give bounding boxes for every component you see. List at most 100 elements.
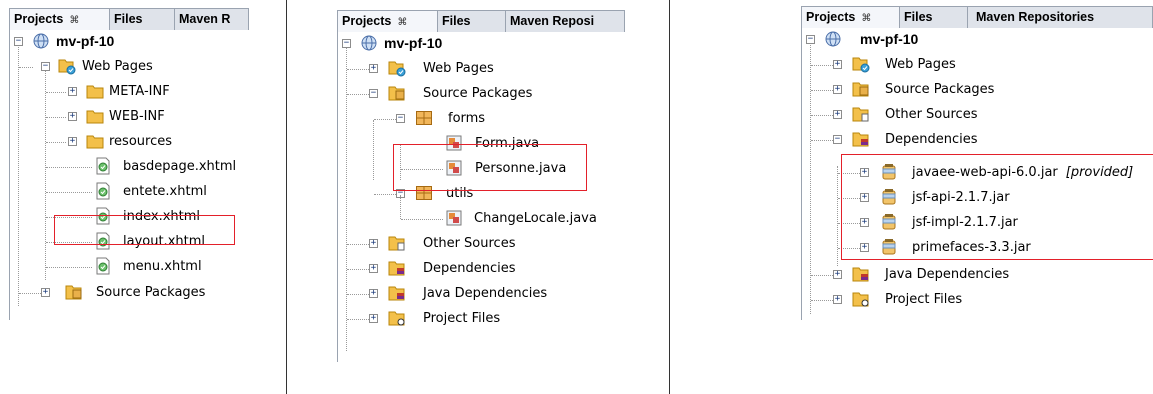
tab-maven-repositories[interactable]: Maven R (175, 9, 248, 30)
node-label: META-INF (109, 84, 170, 99)
tree-node-other-sources[interactable]: + Other Sources (338, 232, 626, 257)
source-folder-icon (65, 283, 83, 301)
tree-node-project[interactable]: − mv-pf-10 (10, 30, 250, 55)
tab-files[interactable]: Files (900, 7, 968, 28)
web-folder-icon (388, 59, 406, 77)
tree-node-file[interactable]: basdepage.xhtml (10, 155, 250, 180)
collapse-icon[interactable]: − (833, 135, 842, 144)
tree-node-web-pages[interactable]: + Web Pages (802, 53, 1153, 78)
collapse-icon[interactable]: − (396, 114, 405, 123)
node-label: Java Dependencies (423, 286, 548, 301)
close-icon[interactable]: ⌘ (69, 15, 79, 26)
tree-node-file[interactable]: menu.xhtml (10, 255, 250, 280)
projects-panel-2: Projects ⌘ Files Maven Reposi − mv-pf-10 … (337, 0, 625, 394)
folder-icon (86, 82, 104, 100)
node-label: entete.xhtml (123, 184, 207, 199)
project-files-folder-icon (388, 309, 406, 327)
expand-icon[interactable]: + (369, 289, 378, 298)
tree-node-resources[interactable]: + resources (10, 130, 250, 155)
node-label: ChangeLocale.java (474, 211, 597, 226)
tab-projects[interactable]: Projects ⌘ (338, 11, 438, 32)
tree-node-project[interactable]: − mv-pf-10 (802, 28, 1153, 53)
expand-icon[interactable]: + (369, 264, 378, 273)
tree-node-project[interactable]: − mv-pf-10 (338, 32, 626, 57)
node-label: forms (448, 111, 486, 126)
tree-node-other-sources[interactable]: + Other Sources (802, 103, 1153, 128)
web-folder-icon (852, 55, 870, 73)
tree-node-source-packages[interactable]: + Source Packages (10, 281, 250, 306)
tree-node-web-inf[interactable]: + WEB-INF (10, 105, 250, 130)
tree-node-source-packages[interactable]: − Source Packages (338, 82, 626, 107)
tree-node-meta-inf[interactable]: + META-INF (10, 80, 250, 105)
tab-projects[interactable]: Projects ⌘ (10, 9, 110, 30)
tree-node-java-dependencies[interactable]: + Java Dependencies (802, 263, 1153, 288)
project-icon (824, 30, 842, 48)
expand-icon[interactable]: + (833, 85, 842, 94)
expand-icon[interactable]: + (41, 288, 50, 297)
projects-panel-3: Projects ⌘ Files Maven Repositories − mv-… (801, 0, 1153, 394)
dependencies-folder-icon (388, 284, 406, 302)
expand-icon[interactable]: + (369, 314, 378, 323)
other-sources-folder-icon (388, 234, 406, 252)
tab-projects-label: Projects (14, 12, 64, 26)
expand-icon[interactable]: + (68, 137, 77, 146)
node-label: Project Files (885, 292, 963, 307)
tab-bar: Projects ⌘ Files Maven Reposi (337, 10, 625, 32)
expand-icon[interactable]: + (369, 64, 378, 73)
source-folder-icon (852, 80, 870, 98)
dependencies-folder-icon (852, 265, 870, 283)
node-label: Java Dependencies (885, 267, 1010, 282)
tree-node-dependencies[interactable]: + Dependencies (338, 257, 626, 282)
tree-node-file[interactable]: entete.xhtml (10, 180, 250, 205)
tab-projects-label: Projects (342, 14, 392, 28)
highlight-box (841, 154, 1153, 260)
node-label: Other Sources (885, 107, 978, 122)
tree-node-web-pages[interactable]: − Web Pages (10, 55, 250, 80)
expand-icon[interactable]: + (68, 87, 77, 96)
xhtml-file-icon (94, 182, 112, 200)
tree-node-source-packages[interactable]: + Source Packages (802, 78, 1153, 103)
tree-node-java-dependencies[interactable]: + Java Dependencies (338, 282, 626, 307)
expand-icon[interactable]: + (833, 60, 842, 69)
package-icon (415, 109, 433, 127)
expand-icon[interactable]: + (833, 110, 842, 119)
tab-files[interactable]: Files (438, 11, 506, 32)
tree-node-file-changelocale[interactable]: ChangeLocale.java (338, 195, 626, 232)
dependencies-folder-icon (852, 130, 870, 148)
tree-node-web-pages[interactable]: + Web Pages (338, 57, 626, 82)
projects-panel-1: Projects ⌘ Files Maven R − mv-pf-10 − Web… (9, 0, 249, 394)
project-tree: − mv-pf-10 − Web Pages + META-INF + WEB-… (9, 30, 250, 320)
tree-node-project-files[interactable]: + Project Files (338, 307, 626, 332)
node-label: Project Files (423, 311, 501, 326)
expand-icon[interactable]: + (833, 270, 842, 279)
node-label: basdepage.xhtml (123, 159, 237, 174)
web-folder-icon (58, 57, 76, 75)
source-folder-icon (388, 84, 406, 102)
separator (286, 0, 287, 394)
close-icon[interactable]: ⌘ (861, 13, 871, 24)
tab-projects[interactable]: Projects ⌘ (802, 7, 900, 28)
tab-bar: Projects ⌘ Files Maven R (9, 8, 249, 30)
tab-maven-repositories[interactable]: Maven Reposi (506, 11, 624, 32)
expand-icon[interactable]: + (833, 295, 842, 304)
expand-icon[interactable]: + (369, 239, 378, 248)
tree-node-dependencies[interactable]: − Dependencies (802, 128, 1153, 153)
tree-node-package-forms[interactable]: − forms (338, 107, 626, 132)
folder-icon (86, 132, 104, 150)
close-icon[interactable]: ⌘ (397, 17, 407, 28)
tab-projects-label: Projects (806, 10, 856, 24)
expand-icon[interactable]: + (68, 112, 77, 121)
tree-node-project-files[interactable]: + Project Files (802, 288, 1153, 313)
collapse-icon[interactable]: − (806, 35, 815, 44)
collapse-icon[interactable]: − (14, 37, 23, 46)
node-label: Source Packages (885, 82, 995, 97)
collapse-icon[interactable]: − (342, 39, 351, 48)
node-label: Web Pages (885, 57, 956, 72)
folder-icon (86, 107, 104, 125)
tab-files[interactable]: Files (110, 9, 175, 30)
collapse-icon[interactable]: − (41, 62, 50, 71)
highlight-box (54, 215, 235, 245)
node-label: Web Pages (423, 61, 494, 76)
collapse-icon[interactable]: − (369, 89, 378, 98)
tab-maven-repositories[interactable]: Maven Repositories (968, 7, 1152, 28)
